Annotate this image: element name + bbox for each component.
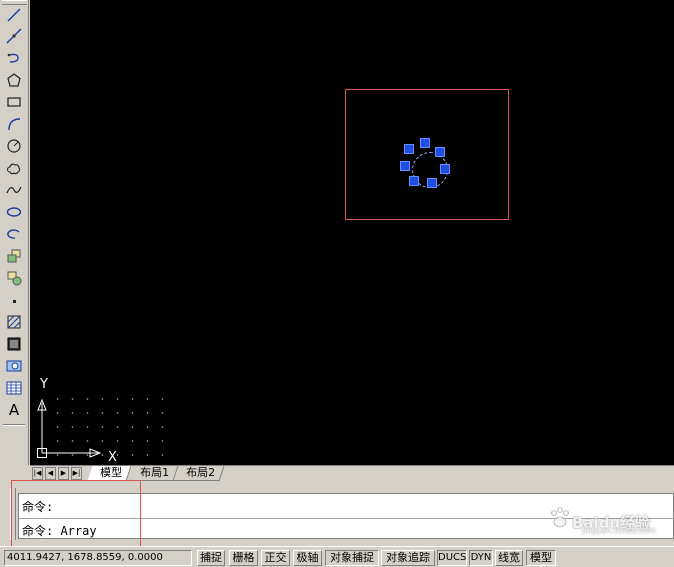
insert-block-icon[interactable] <box>4 246 24 266</box>
grip[interactable] <box>440 164 450 174</box>
drawing-canvas[interactable]: Y X <box>30 0 674 465</box>
arc-icon[interactable] <box>4 114 24 134</box>
watermark-subtext: jingyan.baidu.com <box>582 526 656 535</box>
paw-logo <box>551 507 569 528</box>
construction-line-icon[interactable] <box>4 26 24 46</box>
coordinates-display[interactable]: 4011.9427, 1678.8559, 0.0000 <box>4 550 192 566</box>
toolbar-separator <box>3 424 25 426</box>
ortho-toggle[interactable]: 正交 <box>261 550 290 566</box>
point-icon[interactable] <box>4 290 24 310</box>
rectangle-icon[interactable] <box>4 92 24 112</box>
last-tab-button[interactable]: ▶| <box>71 467 82 480</box>
grip[interactable] <box>420 138 430 148</box>
ucs-x-label: X <box>108 450 117 465</box>
highlight-box <box>11 480 141 548</box>
hatch-icon[interactable] <box>4 312 24 332</box>
snap-toggle[interactable]: 捕捉 <box>197 550 225 566</box>
circle-icon[interactable] <box>4 136 24 156</box>
layout-tab-bar: |◀ ◀ ▶ ▶| 模型 布局1 布局2 <box>30 465 674 481</box>
ducs-toggle[interactable]: DUCS <box>437 550 467 566</box>
region-icon[interactable] <box>4 356 24 376</box>
osnap-toggle[interactable]: 对象捕捉 <box>325 550 379 566</box>
tab-layout1[interactable]: 布局1 <box>127 466 179 481</box>
otrack-toggle[interactable]: 对象追踪 <box>381 550 435 566</box>
gradient-icon[interactable] <box>4 334 24 354</box>
polyline-icon[interactable] <box>4 48 24 68</box>
status-bar: 4011.9427, 1678.8559, 0.0000 捕捉 栅格 正交 极轴… <box>0 546 674 567</box>
grip[interactable] <box>427 178 437 188</box>
revision-cloud-icon[interactable] <box>4 158 24 178</box>
tab-layout2[interactable]: 布局2 <box>173 466 225 481</box>
first-tab-button[interactable]: |◀ <box>32 467 43 480</box>
lineweight-toggle[interactable]: 线宽 <box>495 550 523 566</box>
spline-icon[interactable] <box>4 180 24 200</box>
multiline-text-icon[interactable]: A <box>4 400 24 420</box>
make-block-icon[interactable] <box>4 268 24 288</box>
tab-model[interactable]: 模型 <box>87 466 132 481</box>
grip[interactable] <box>400 161 410 171</box>
watermark: Baidu经验 jingyan.baidu.com <box>548 500 668 540</box>
ucs-icon: Y X <box>37 377 117 465</box>
grid-toggle[interactable]: 栅格 <box>229 550 258 566</box>
grip[interactable] <box>435 147 445 157</box>
draw-toolbar: A <box>0 0 29 465</box>
model-space-toggle[interactable]: 模型 <box>526 550 556 566</box>
polygon-icon[interactable] <box>4 70 24 90</box>
ellipse-arc-icon[interactable] <box>4 224 24 244</box>
dyn-toggle[interactable]: DYN <box>469 550 493 566</box>
ucs-y-label: Y <box>39 377 48 392</box>
next-tab-button[interactable]: ▶ <box>58 467 69 480</box>
grip[interactable] <box>409 176 419 186</box>
grip[interactable] <box>404 144 414 154</box>
prev-tab-button[interactable]: ◀ <box>45 467 56 480</box>
ellipse-icon[interactable] <box>4 202 24 222</box>
table-icon[interactable] <box>4 378 24 398</box>
line-icon[interactable] <box>4 5 24 25</box>
polar-toggle[interactable]: 极轴 <box>293 550 322 566</box>
